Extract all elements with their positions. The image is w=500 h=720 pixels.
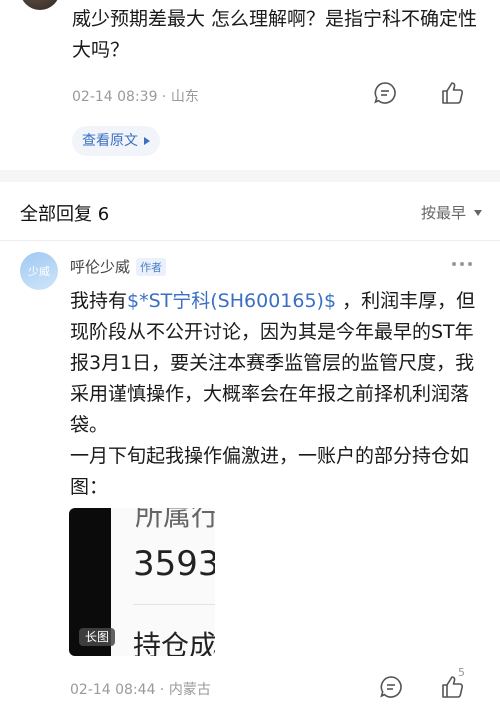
- reply-body: 我持有$*ST宁科(SH600165)$ ，利润丰厚，但现阶段从不公开讨论，因为…: [70, 286, 485, 503]
- replies-title: 全部回复 6: [20, 204, 110, 225]
- image-divider: [133, 604, 215, 605]
- image-light-area: 所属行 3593 持仓成: [111, 508, 215, 656]
- triangle-down-icon: [474, 209, 482, 216]
- image-partial-text-top: 所属行: [135, 508, 215, 532]
- like-count: 5: [458, 666, 465, 679]
- prev-comment-meta: 02-14 08:39 · 山东: [72, 89, 199, 105]
- attached-image[interactable]: 所属行 3593 持仓成 长图: [69, 508, 215, 656]
- avatar[interactable]: 少威: [20, 252, 58, 290]
- comment-icon[interactable]: [378, 674, 404, 700]
- prev-comment-avatar[interactable]: [20, 0, 60, 10]
- section-separator: [0, 170, 500, 182]
- username: 呼伦少威: [70, 258, 131, 276]
- reply-text-para2: 一月下旬起我操作偏激进，一账户的部分持仓如图：: [70, 445, 470, 498]
- more-icon[interactable]: [452, 262, 472, 266]
- comment-icon[interactable]: [372, 80, 398, 106]
- view-original-button[interactable]: 查看原文: [72, 126, 160, 156]
- image-partial-text-bottom: 持仓成: [133, 629, 215, 656]
- like-icon[interactable]: [440, 80, 466, 106]
- stock-link[interactable]: $*ST宁科(SH600165)$: [127, 290, 336, 312]
- avatar-text: 少威: [28, 265, 50, 278]
- prev-comment-text: 威少预期差最大 怎么理解啊？是指宁科不确定性大吗？: [72, 8, 478, 61]
- long-image-badge: 长图: [79, 628, 116, 646]
- view-original-label: 查看原文: [82, 133, 138, 149]
- reply-text-prefix: 我持有: [70, 290, 128, 312]
- reply-meta: 02-14 08:44 · 内蒙古: [70, 682, 211, 698]
- sort-dropdown[interactable]: 按最早: [421, 202, 482, 223]
- author-badge: 作者: [136, 257, 167, 276]
- triangle-right-icon: [144, 137, 150, 145]
- image-partial-number: 3593: [133, 544, 215, 584]
- sort-label: 按最早: [420, 204, 466, 222]
- replies-header: 全部回复 6 按最早: [0, 182, 500, 241]
- reply-author[interactable]: 呼伦少威 作者: [70, 256, 167, 277]
